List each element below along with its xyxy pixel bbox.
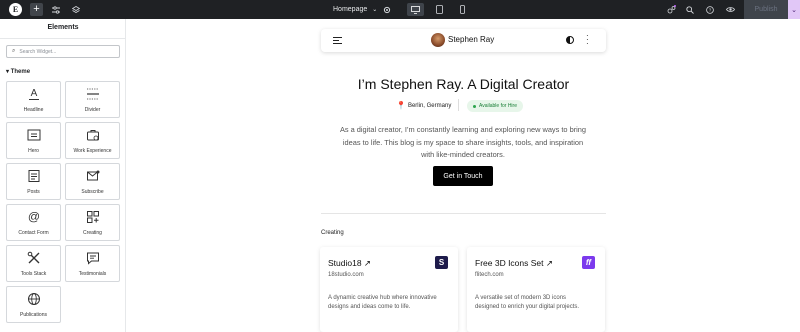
svg-text:@: @ [27,210,39,224]
project-description: A versatile set of modern 3D icons desig… [475,295,580,310]
page-selector-label: Homepage [333,6,368,13]
widget-contact-form[interactable]: @ Contact Form [6,204,61,241]
search-icon[interactable] [683,0,697,19]
preview-eye-icon[interactable] [723,0,737,19]
widget-label: Work Experience [73,148,112,154]
hero-icon [7,128,60,142]
location-pin-icon: 📍 [396,101,406,110]
widget-label: Creating [83,230,102,236]
globe-icon [7,292,60,306]
category-label: Theme [10,69,31,75]
briefcase-icon [66,128,119,142]
caret-down-icon: ▾ [6,69,10,75]
help-icon[interactable]: ? [703,0,717,19]
widget-label: Hero [28,148,39,154]
project-card[interactable]: Free 3D Icons Set ↗ flitech.com ff A ver… [467,247,605,332]
widget-label: Contact Form [18,230,49,236]
divider [0,38,126,39]
section-divider [321,213,606,214]
get-in-touch-button[interactable]: Get in Touch [433,166,493,186]
location-text: Berlin, Germany [407,102,452,109]
desktop-view-icon[interactable] [407,3,424,16]
project-description: A dynamic creative hub where innovative … [328,295,437,310]
search-widget-input[interactable]: ⌕ Search Widget... [6,45,120,58]
divider-icon [66,87,119,101]
search-icon: ⌕ [12,48,16,54]
widget-headline[interactable]: A Headline [6,81,61,118]
widget-creating[interactable]: Creating [65,204,120,241]
widget-label: Divider [84,107,101,113]
svg-text:A: A [30,88,37,99]
page-selector[interactable]: Homepage ⌄ [333,0,377,19]
widget-label: Headline [23,107,44,113]
widget-publications[interactable]: Publications [6,286,61,323]
studio18-logo-icon: S [435,256,448,269]
add-element-button[interactable]: + [30,3,43,16]
dark-mode-toggle-icon[interactable] [566,36,574,44]
status-dot-icon [473,104,476,108]
subscribe-icon [66,169,119,183]
top-bar: E + Homepage ⌄ ? Publish ⌄ [0,0,800,19]
widget-label: Publications [20,312,47,318]
headline-icon: A [7,87,60,101]
site-header: Stephen Ray · · · [321,29,606,52]
elementor-logo-icon[interactable]: E [9,3,22,16]
avatar [431,33,445,47]
widget-hero[interactable]: Hero [6,122,61,159]
category-theme[interactable]: ▾ Theme [6,68,30,75]
divider [458,99,459,111]
widget-testimonials[interactable]: Testimonials [65,245,120,282]
site-name[interactable]: Stephen Ray [448,35,494,44]
widget-label: Posts [27,189,40,195]
notifications-icon[interactable] [664,0,678,19]
widget-posts[interactable]: Posts [6,163,61,200]
mobile-view-icon[interactable] [454,3,471,16]
more-options-icon[interactable]: · · · [586,32,589,48]
location: 📍 Berlin, Germany [396,101,451,110]
section-label: Creating [321,230,344,236]
layers-icon[interactable] [69,0,83,19]
widget-divider[interactable]: Divider [65,81,120,118]
widget-tools-stack[interactable]: Tools Stack [6,245,61,282]
icons-set-logo-icon: ff [582,256,595,269]
panel-title: Elements [47,24,79,31]
widget-label: Testimonials [78,271,107,277]
status-badge-label: Available for Hire [479,103,517,109]
status-badge: Available for Hire [467,100,523,112]
tablet-view-icon[interactable] [431,3,448,16]
hero-title: I’m Stephen Ray. A Digital Creator [357,76,570,92]
gear-icon[interactable] [380,0,394,19]
elements-panel: Elements ⌕ Search Widget... ▾ Theme A He… [0,19,126,332]
widget-work-experience[interactable]: Work Experience [65,122,120,159]
testimonials-icon [66,251,119,265]
widget-subscribe[interactable]: Subscribe [65,163,120,200]
project-title[interactable]: Free 3D Icons Set ↗ [475,258,553,269]
project-url: flitech.com [475,272,504,278]
hamburger-menu-icon[interactable] [333,37,342,46]
widget-label: Tools Stack [20,271,47,277]
publish-button[interactable]: Publish [744,0,788,19]
project-title[interactable]: Studio18 ↗ [328,258,371,269]
settings-sliders-icon[interactable] [49,0,63,19]
project-card[interactable]: Studio18 ↗ 18studio.com S A dynamic crea… [320,247,458,332]
widget-label: Subscribe [81,189,104,195]
publish-options-chevron-icon[interactable]: ⌄ [788,0,800,19]
project-url: 18studio.com [328,272,364,278]
hero-description: As a digital creator, I’m constantly lea… [339,125,587,159]
chevron-down-icon: ⌄ [372,7,378,13]
svg-text:?: ? [709,7,712,12]
at-icon: @ [7,210,60,224]
creating-icon [66,210,119,224]
search-placeholder: Search Widget... [19,48,57,55]
tools-icon [7,251,60,265]
posts-icon [7,169,60,183]
